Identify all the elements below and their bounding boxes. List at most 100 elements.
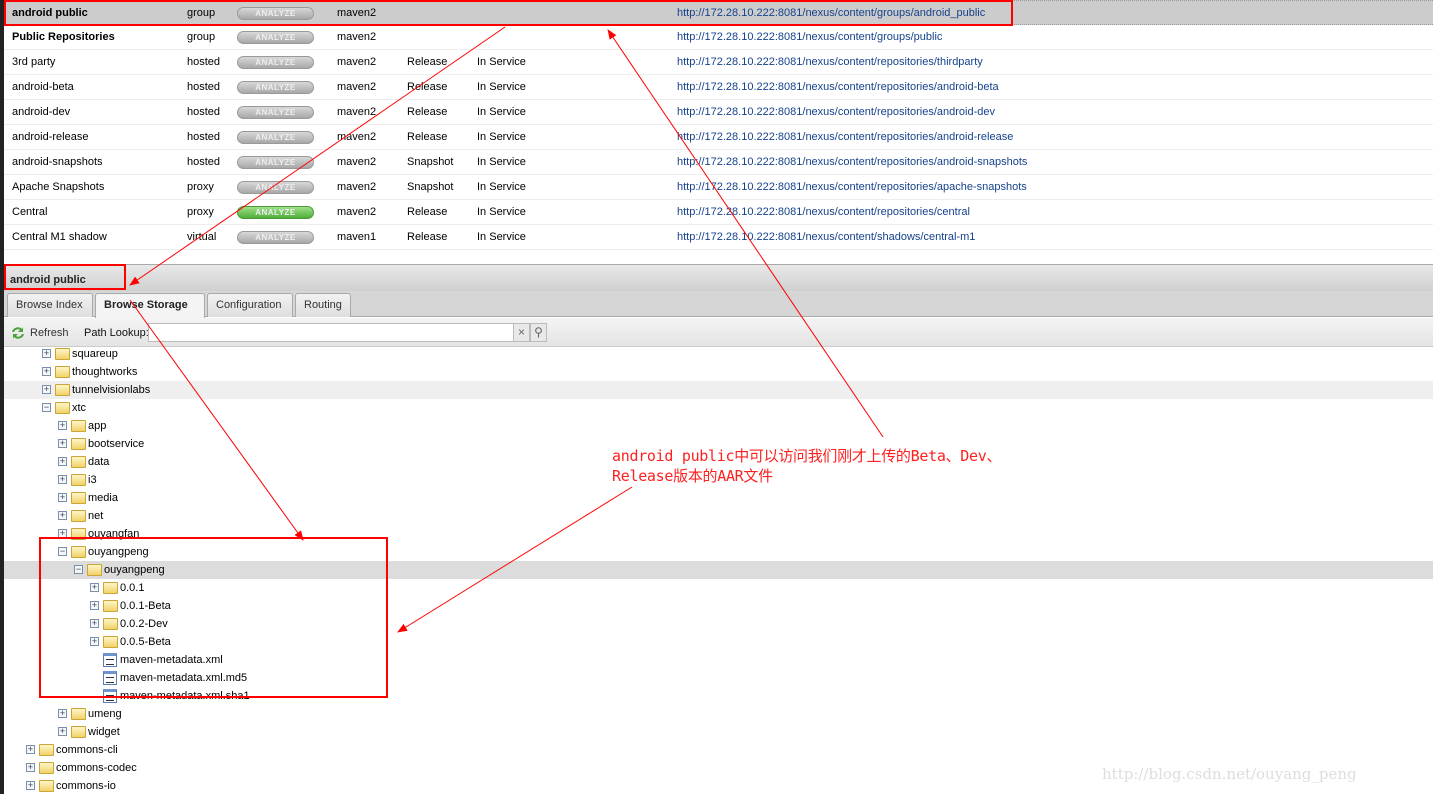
tree-node-label: 0.0.5-Beta	[120, 636, 171, 648]
tree-node[interactable]: − xtc	[4, 399, 1433, 417]
table-row[interactable]: android public group maven2 http://172.28.1…	[4, 0, 1433, 25]
tree-node[interactable]: maven-metadata.xml.md5	[4, 669, 1433, 687]
analyze-button[interactable]: ANALYZE	[237, 206, 314, 219]
tree-node-label: commons-codec	[56, 762, 137, 774]
expand-icon[interactable]: +	[26, 763, 35, 772]
expand-icon[interactable]: +	[42, 349, 51, 358]
collapse-icon[interactable]: −	[74, 565, 83, 574]
repository-grid: android public group maven2 http://172.28.1…	[4, 0, 1433, 262]
analyze-button[interactable]: ANALYZE	[237, 81, 314, 94]
collapse-icon[interactable]: −	[42, 403, 51, 412]
repo-url[interactable]: http://172.28.10.222:8081/nexus/content/…	[677, 7, 985, 19]
repo-status: In Service	[477, 81, 526, 93]
tree-node[interactable]: + app	[4, 417, 1433, 435]
tab-routing[interactable]: Routing	[295, 293, 351, 317]
tab-browse-storage[interactable]: Browse Storage	[95, 293, 205, 318]
repo-format: maven2	[337, 7, 377, 19]
folder-icon	[71, 492, 86, 504]
expand-icon[interactable]: +	[90, 601, 99, 610]
refresh-button[interactable]: Refresh	[10, 325, 69, 341]
tree-node[interactable]: + thoughtworks	[4, 363, 1433, 381]
tree-node[interactable]: +0.0.1	[4, 579, 1433, 597]
tree-node-label: ouyangpeng	[88, 546, 149, 558]
expand-icon[interactable]: +	[58, 727, 67, 736]
tab-browse-index[interactable]: Browse Index	[7, 293, 93, 317]
expand-icon[interactable]: +	[26, 745, 35, 754]
tree-node[interactable]: +0.0.1-Beta	[4, 597, 1433, 615]
tree-node[interactable]: + squareup	[4, 347, 1433, 363]
table-row[interactable]: android-release hosted maven2 Release In Ser…	[4, 125, 1433, 150]
expand-icon[interactable]: +	[90, 619, 99, 628]
repo-policy: Release	[407, 206, 448, 218]
tree-node[interactable]: + net	[4, 507, 1433, 525]
tree-node[interactable]: +0.0.2-Dev	[4, 615, 1433, 633]
repo-url[interactable]: http://172.28.10.222:8081/nexus/content/…	[677, 131, 1013, 143]
repo-url[interactable]: http://172.28.10.222:8081/nexus/content/…	[677, 181, 1027, 193]
tree-node-label: data	[88, 456, 110, 468]
tree-node[interactable]: − ouyangpeng	[4, 543, 1433, 561]
expand-icon[interactable]: +	[58, 421, 67, 430]
path-lookup-label: Path Lookup:	[84, 327, 149, 339]
repo-url[interactable]: http://172.28.10.222:8081/nexus/content/…	[677, 56, 983, 68]
tree-node[interactable]: + commons-cli	[4, 741, 1433, 759]
analyze-button[interactable]: ANALYZE	[237, 131, 314, 144]
repo-format: maven2	[337, 31, 377, 43]
expand-icon[interactable]: +	[58, 709, 67, 718]
tree-node-label: 0.0.1-Beta	[120, 600, 171, 612]
tree-node[interactable]: − ouyangpeng	[4, 561, 1433, 579]
table-row[interactable]: Apache Snapshots proxy maven2 Snapshot In Se…	[4, 175, 1433, 200]
repo-url[interactable]: http://172.28.10.222:8081/nexus/content/…	[677, 31, 942, 43]
expand-icon[interactable]: +	[90, 583, 99, 592]
analyze-button[interactable]: ANALYZE	[237, 31, 314, 44]
tree-node[interactable]: + tunnelvisionlabs	[4, 381, 1433, 399]
table-row[interactable]: android-beta hosted maven2 Release In Servic…	[4, 75, 1433, 100]
expand-icon[interactable]: +	[58, 511, 67, 520]
analyze-button[interactable]: ANALYZE	[237, 56, 314, 69]
repo-policy: Release	[407, 231, 448, 243]
tree-node[interactable]: + umeng	[4, 705, 1433, 723]
repo-url[interactable]: http://172.28.10.222:8081/nexus/content/…	[677, 206, 970, 218]
expand-icon[interactable]: +	[42, 367, 51, 376]
table-row[interactable]: 3rd party hosted maven2 Release In Service ht…	[4, 50, 1433, 75]
expand-icon[interactable]: +	[90, 637, 99, 646]
tree-node[interactable]: +0.0.5-Beta	[4, 633, 1433, 651]
tree-node[interactable]: maven-metadata.xml	[4, 651, 1433, 669]
analyze-button[interactable]: ANALYZE	[237, 106, 314, 119]
tree-node[interactable]: + widget	[4, 723, 1433, 741]
table-row[interactable]: Central proxy maven2 Release In Service http:…	[4, 200, 1433, 225]
tree-node[interactable]: maven-metadata.xml.sha1	[4, 687, 1433, 705]
analyze-button[interactable]: ANALYZE	[237, 156, 314, 169]
repo-url[interactable]: http://172.28.10.222:8081/nexus/content/…	[677, 81, 999, 93]
close-icon[interactable]: ×	[513, 323, 530, 342]
table-row[interactable]: Public Repositories group maven2 http://172…	[4, 25, 1433, 50]
collapse-icon[interactable]: −	[58, 547, 67, 556]
path-lookup-input[interactable]	[148, 323, 514, 342]
repo-url[interactable]: http://172.28.10.222:8081/nexus/content/…	[677, 231, 975, 243]
table-row[interactable]: android-snapshots hosted maven2 Snapshot In …	[4, 150, 1433, 175]
repo-name: android-dev	[12, 106, 71, 118]
repo-url[interactable]: http://172.28.10.222:8081/nexus/content/…	[677, 156, 1027, 168]
expand-icon[interactable]: +	[26, 781, 35, 790]
expand-icon[interactable]: +	[42, 385, 51, 394]
search-icon[interactable]: ⚲	[530, 323, 547, 342]
tab-configuration[interactable]: Configuration	[207, 293, 293, 317]
tree-node[interactable]: + ouyangfan	[4, 525, 1433, 543]
analyze-button[interactable]: ANALYZE	[237, 7, 314, 20]
tree-node-label: xtc	[72, 402, 87, 414]
annotation-line-1: android public中可以访问我们刚才上传的Beta、Dev、	[612, 447, 1002, 465]
analyze-button[interactable]: ANALYZE	[237, 231, 314, 244]
tree-node[interactable]: + media	[4, 489, 1433, 507]
expand-icon[interactable]: +	[58, 529, 67, 538]
repo-status: In Service	[477, 231, 526, 243]
expand-icon[interactable]: +	[58, 493, 67, 502]
expand-icon[interactable]: +	[58, 475, 67, 484]
tree-node-label: ouyangpeng	[104, 564, 165, 576]
table-row[interactable]: android-dev hosted maven2 Release In Service…	[4, 100, 1433, 125]
table-row[interactable]: Central M1 shadow virtual maven1 Release In …	[4, 225, 1433, 250]
tree-node-label: maven-metadata.xml	[120, 654, 223, 666]
repo-url[interactable]: http://172.28.10.222:8081/nexus/content/…	[677, 106, 995, 118]
expand-icon[interactable]: +	[58, 457, 67, 466]
expand-icon[interactable]: +	[58, 439, 67, 448]
repo-name: Central	[12, 206, 48, 218]
analyze-button[interactable]: ANALYZE	[237, 181, 314, 194]
